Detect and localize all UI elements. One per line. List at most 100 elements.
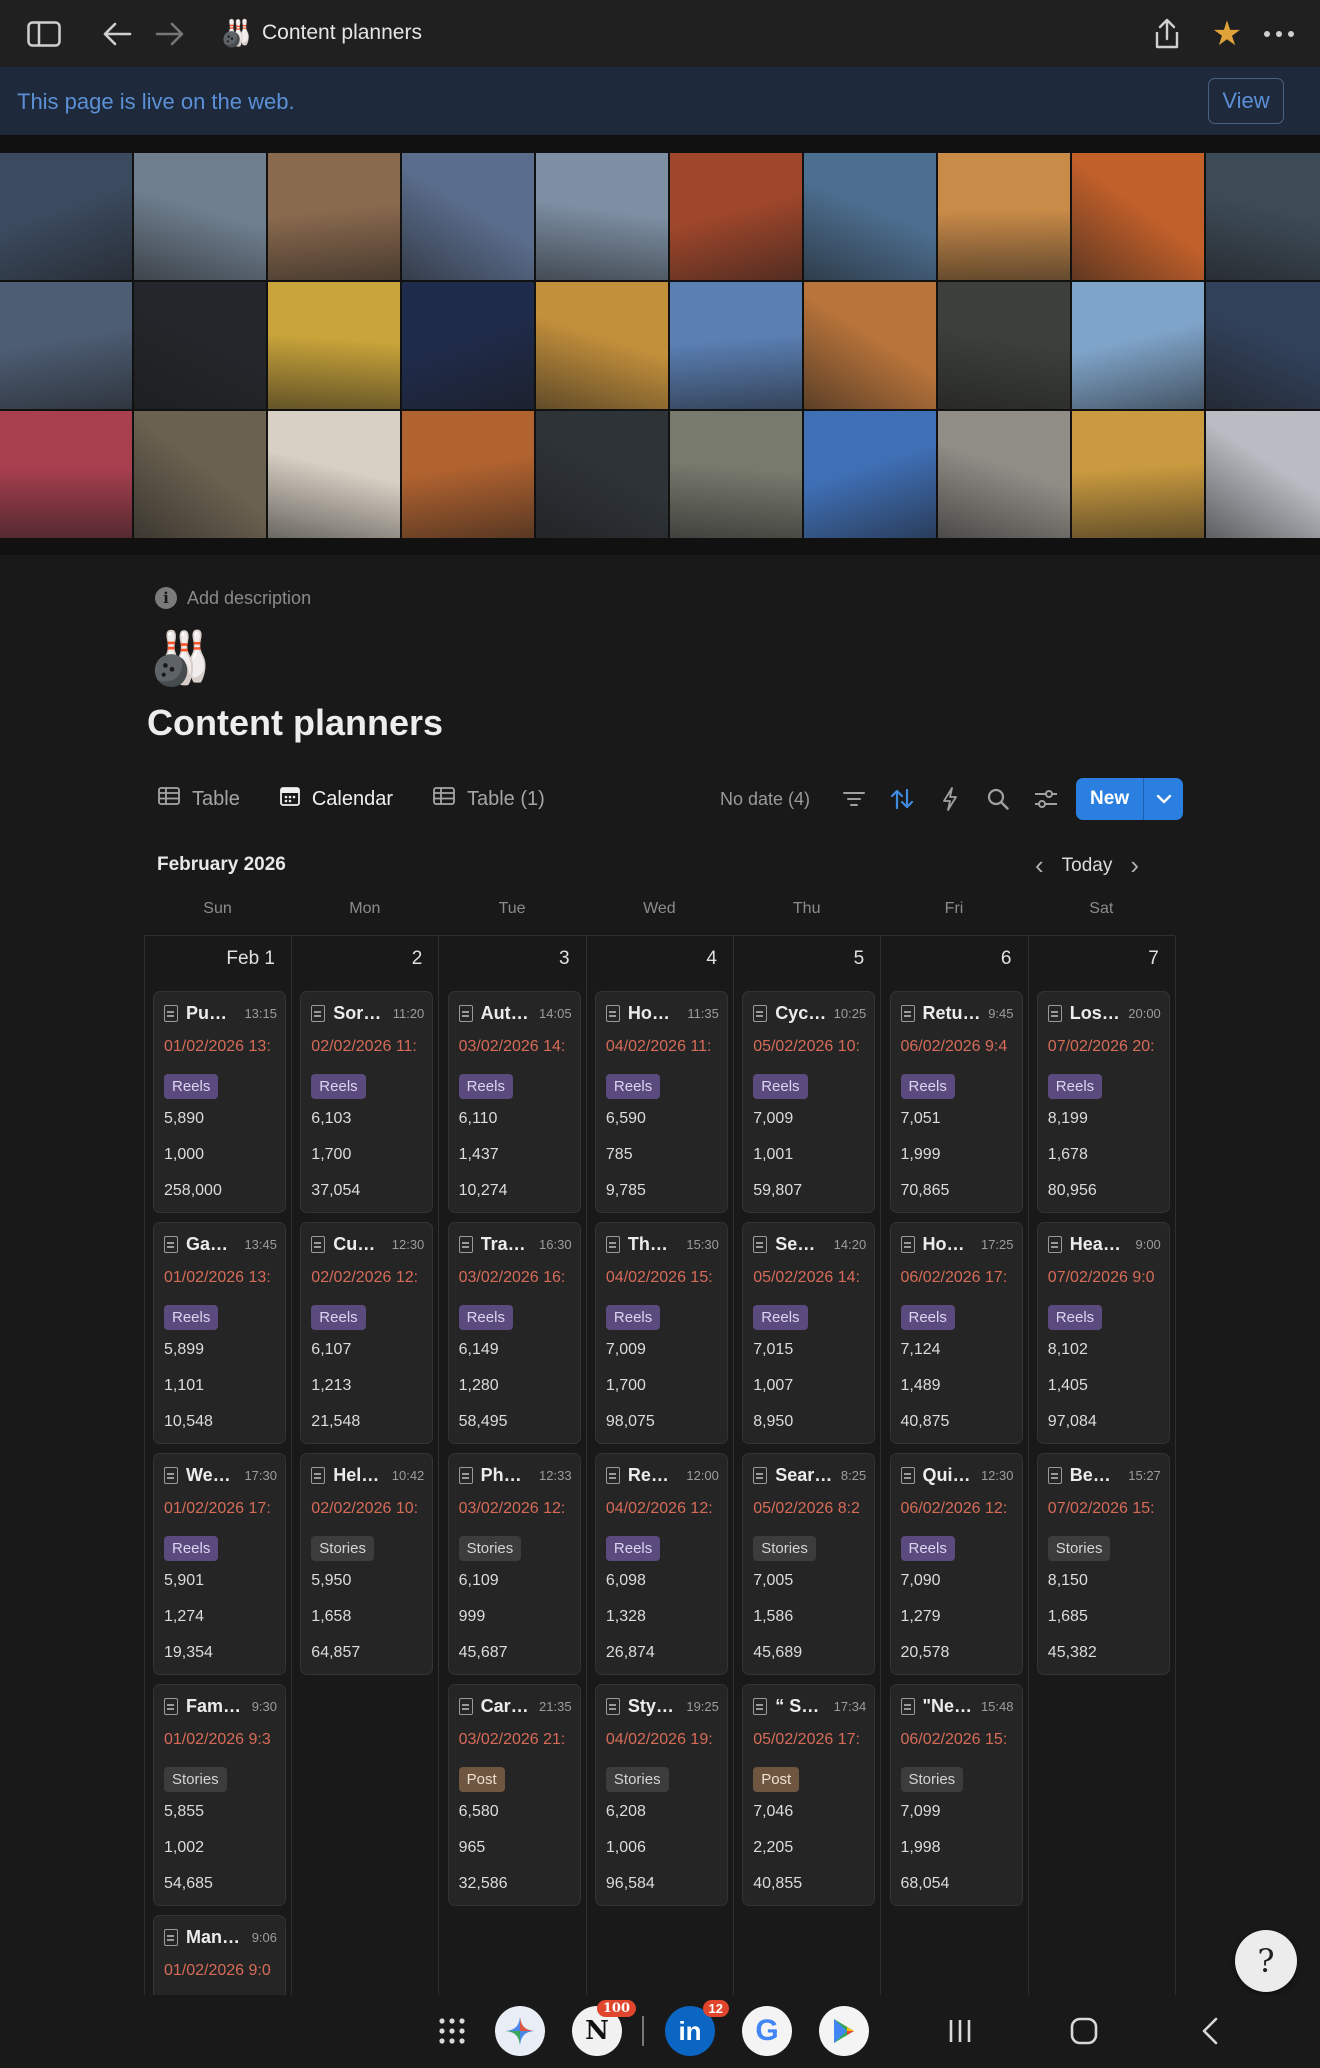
filter-icon[interactable] [830, 778, 878, 820]
card-title: Sty… [627, 1696, 674, 1716]
card-title: Be… [1069, 1465, 1111, 1485]
page-document-icon [900, 1005, 915, 1022]
calendar-event-card[interactable]: Hea… 9:00 07/02/2026 9:0 Reels 8,102 1,405 97,… [1036, 1222, 1170, 1444]
card-date: 03/02/2026 14: [458, 1038, 566, 1055]
calendar-day-cell[interactable]: 5 Cyc… 10:25 05/02/2026 10: Reels 7,009 1,001 5… [734, 936, 882, 1996]
more-options-icon[interactable] [1259, 14, 1299, 54]
calendar-event-card[interactable]: We… 17:30 01/02/2026 17: Reels 5,901 1,274 19,… [153, 1453, 286, 1675]
share-icon[interactable] [1147, 14, 1187, 54]
google-app-icon[interactable]: G [742, 2005, 792, 2057]
calendar-event-card[interactable]: Pu… 13:15 01/02/2026 13: Reels 5,890 1,000 258… [153, 991, 286, 1213]
calendar-event-card[interactable]: Qui… 12:30 06/02/2026 12: Reels 7,090 1,279 20… [889, 1453, 1023, 1675]
card-metric-2: 1,328 [605, 1608, 646, 1625]
calendar-event-card[interactable]: Car… 21:35 03/02/2026 21: Post 6,580 965 32,58… [447, 1684, 581, 1906]
calendar-event-card[interactable]: Ho… 11:35 04/02/2026 11: Reels 6,590 785 9,785 [594, 991, 728, 1213]
page-document-icon [164, 1929, 178, 1946]
calendar-event-card[interactable]: Th… 15:30 04/02/2026 15: Reels 7,009 1,700 98,… [594, 1222, 728, 1444]
card-type-tag: Reels [753, 1074, 808, 1099]
gemini-app-icon[interactable] [495, 2005, 545, 2057]
tab-table[interactable]: Table [158, 787, 240, 811]
calendar-event-card[interactable]: Cyc… 10:25 05/02/2026 10: Reels 7,009 1,001 59… [742, 991, 876, 1213]
view-settings-icon[interactable] [1022, 778, 1070, 820]
tab-calendar[interactable]: Calendar [279, 786, 393, 812]
calendar-event-card[interactable]: Cu… 12:30 02/02/2026 12: Reels 6,107 1,213 21,… [300, 1222, 434, 1444]
search-icon[interactable] [974, 778, 1022, 820]
calendar-event-card[interactable]: Sor… 11:20 02/02/2026 11: Reels 6,103 1,700 37… [300, 991, 434, 1213]
cover-photo-tile [268, 282, 400, 409]
help-assistant-button[interactable]: ? [1235, 1930, 1297, 1992]
calendar-day-cell[interactable]: Feb 1 Pu… 13:15 01/02/2026 13: Reels 5,890 1,0… [145, 936, 292, 2068]
page-document-icon [605, 1698, 620, 1715]
calendar-event-card[interactable]: Sear… 8:25 05/02/2026 8:2 Stories 7,005 1,586… [742, 1453, 876, 1675]
today-button[interactable]: Today [1062, 855, 1113, 877]
calendar-day-cell[interactable]: 4 Ho… 11:35 04/02/2026 11: Reels 6,590 785 9,78… [587, 936, 734, 1996]
calendar-event-card[interactable]: Ho… 17:25 06/02/2026 17: Reels 7,124 1,489 40,… [889, 1222, 1023, 1444]
linkedin-app-icon[interactable]: in 12 [665, 2000, 729, 2057]
card-time: 15:27 [1128, 1468, 1161, 1483]
no-date-button[interactable]: No date (4) [720, 789, 810, 810]
card-header: Th… 15:30 [605, 1234, 719, 1255]
card-metric-3: 58,495 [458, 1413, 508, 1430]
calendar-icon [279, 786, 300, 812]
card-metric-1: 6,109 [458, 1572, 499, 1589]
card-type-tag: Stories [753, 1536, 816, 1561]
new-dropdown-chevron-icon[interactable] [1143, 778, 1184, 820]
card-metric-3: 45,382 [1047, 1644, 1097, 1661]
card-header: Sear… 8:25 [753, 1465, 866, 1486]
calendar-event-card[interactable]: Ga… 13:45 01/02/2026 13: Reels 5,899 1,101 10,… [153, 1222, 286, 1444]
calendar-day-cell[interactable]: 7 Los… 20:00 07/02/2026 20: Reels 8,199 1,678 8… [1029, 936, 1176, 1996]
card-header: Retu… 9:45 [900, 1003, 1014, 1024]
calendar-day-cell[interactable]: 2 Sor… 11:20 02/02/2026 11: Reels 6,103 1,700 3… [292, 936, 440, 1996]
calendar-event-card[interactable]: Sty… 19:25 04/02/2026 19: Stories 6,208 1,006… [594, 1684, 728, 1906]
calendar-day-cell[interactable]: 3 Aut… 14:05 03/02/2026 14: Reels 6,110 1,437 1… [440, 936, 587, 1996]
forward-arrow-icon[interactable] [150, 14, 190, 54]
add-description-button[interactable]: i Add description [155, 587, 311, 609]
page-title[interactable]: Content planners [147, 702, 443, 744]
app-drawer-grid-icon[interactable] [432, 2005, 472, 2057]
card-date: 05/02/2026 14: [753, 1269, 860, 1286]
calendar-event-card[interactable]: Hel… 10:42 02/02/2026 10: Stories 5,950 1,658… [300, 1453, 434, 1675]
calendar-event-card[interactable]: “ S… 17:34 05/02/2026 17: Post 7,046 2,205 40,… [742, 1684, 876, 1906]
calendar-event-card[interactable]: Re… 12:00 04/02/2026 12: Reels 6,098 1,328 26,… [594, 1453, 728, 1675]
automation-bolt-icon[interactable] [926, 778, 974, 820]
card-metric-1: 7,015 [753, 1341, 794, 1358]
sidebar-toggle-icon[interactable] [24, 14, 64, 54]
page-icon[interactable]: 🎳 [148, 628, 213, 689]
calendar-event-card[interactable]: Fam… 9:30 01/02/2026 9:3 Stories 5,855 1,002 5… [153, 1684, 286, 1906]
cover-photo-tile [1206, 411, 1320, 538]
calendar-event-card[interactable]: Aut… 14:05 03/02/2026 14: Reels 6,110 1,437 10… [447, 991, 581, 1213]
card-type-tag: Reels [900, 1536, 955, 1561]
cover-photo-tile [134, 411, 266, 538]
tab-table-1[interactable]: Table (1) [433, 787, 545, 811]
calendar-event-card[interactable]: Tra… 16:30 03/02/2026 16: Reels 6,149 1,280 58… [447, 1222, 581, 1444]
next-month-chevron-icon[interactable]: › [1130, 850, 1139, 881]
recent-apps-icon[interactable] [945, 2005, 975, 2057]
card-metric-1: 6,149 [458, 1341, 499, 1358]
calendar-event-card[interactable]: Be… 15:27 07/02/2026 15: Stories 8,150 1,685 4… [1036, 1453, 1170, 1675]
home-button-icon[interactable] [1068, 2005, 1100, 2057]
view-site-button[interactable]: View [1208, 78, 1284, 124]
card-metric-2: 2,205 [753, 1839, 794, 1856]
new-button[interactable]: New [1076, 778, 1144, 820]
calendar-event-card[interactable]: Ph… 12:33 03/02/2026 12: Stories 6,109 999 45,… [447, 1453, 581, 1675]
page-document-icon [164, 1236, 178, 1253]
favorite-star-icon[interactable]: ★ [1207, 14, 1247, 54]
previous-month-chevron-icon[interactable]: ‹ [1035, 850, 1044, 881]
card-type-tag: Stories [164, 1767, 227, 1792]
cover-image[interactable] [0, 135, 1320, 555]
card-time: 9:06 [251, 1930, 277, 1945]
calendar-event-card[interactable]: Los… 20:00 07/02/2026 20: Reels 8,199 1,678 80… [1036, 991, 1170, 1213]
cover-photo-tile [268, 411, 400, 538]
notion-app-icon[interactable]: N 100 [572, 2000, 636, 2057]
back-button-icon[interactable] [1195, 2005, 1225, 2057]
calendar-event-card[interactable]: "Ne… 15:48 06/02/2026 15: Stories 7,099 1,998… [889, 1684, 1023, 1906]
back-arrow-icon[interactable] [97, 14, 137, 54]
calendar-event-card[interactable]: Se… 14:20 05/02/2026 14: Reels 7,015 1,007 8,9… [742, 1222, 876, 1444]
breadcrumb-title[interactable]: Content planners [262, 21, 422, 45]
page-document-icon [311, 1467, 326, 1484]
card-time: 12:33 [539, 1468, 572, 1483]
calendar-event-card[interactable]: Retu… 9:45 06/02/2026 9:4 Reels 7,051 1,999 70… [889, 991, 1023, 1213]
calendar-day-cell[interactable]: 6 Retu… 9:45 06/02/2026 9:4 Reels 7,051 1,999 7… [882, 936, 1029, 1996]
play-store-app-icon[interactable] [819, 2005, 869, 2057]
sort-icon[interactable] [878, 778, 926, 820]
